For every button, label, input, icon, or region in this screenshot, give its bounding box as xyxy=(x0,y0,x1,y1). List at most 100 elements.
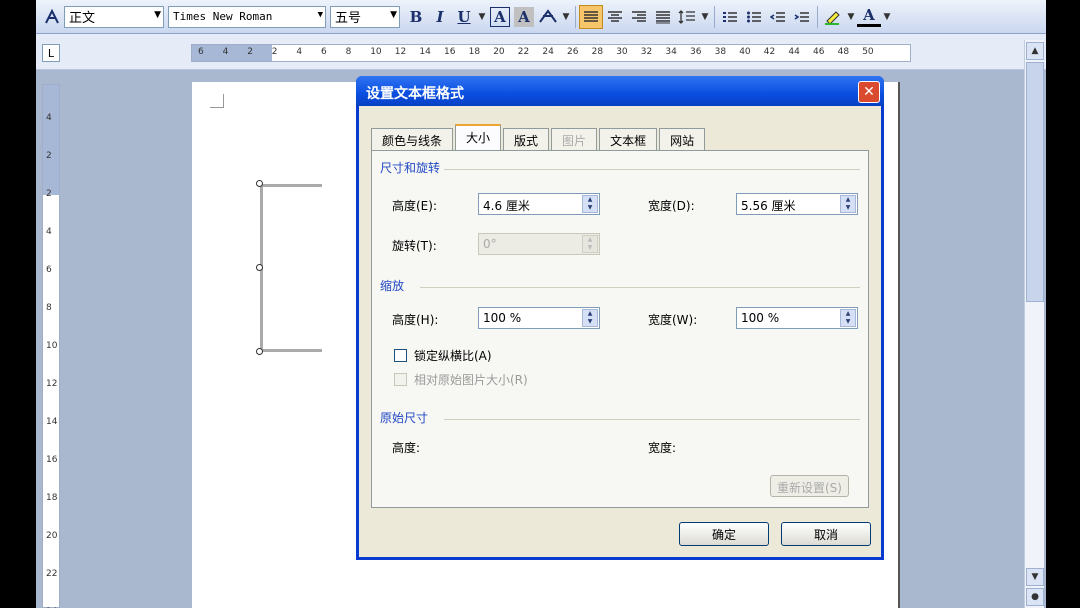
align-justify-icon[interactable] xyxy=(579,4,603,29)
height-label: 高度(E): xyxy=(392,199,437,213)
distributed-align-icon[interactable] xyxy=(651,5,675,29)
close-icon[interactable]: ✕ xyxy=(858,81,880,103)
char-shading-button[interactable]: A xyxy=(514,6,534,27)
cancel-button[interactable]: 取消 xyxy=(781,522,871,546)
ruler-tick-label: 26 xyxy=(567,47,579,57)
horizontal-ruler[interactable]: 6 4 2 2 4 6 8 10 12 14 16 18 20 22 24 26 28 30 32 34 36 38 40 4… xyxy=(191,44,911,62)
width-spinner[interactable]: 5.56 厘米 ▲ ▼ xyxy=(736,193,858,215)
tab-textbox[interactable]: 文本框 xyxy=(599,128,658,150)
tab-stop-selector[interactable]: L xyxy=(42,44,60,62)
align-center-icon[interactable] xyxy=(603,5,627,29)
relative-size-checkbox xyxy=(394,373,407,386)
vertical-scrollbar[interactable]: ▲ ▼ ● xyxy=(1024,40,1044,608)
styles-pane-icon[interactable] xyxy=(40,5,64,29)
tab-web[interactable]: 网站 xyxy=(659,128,706,150)
italic-button[interactable]: I xyxy=(428,5,452,29)
ruler-tick-label: 48 xyxy=(837,47,850,57)
lock-aspect-checkbox[interactable] xyxy=(394,349,407,362)
underline-dropdown-icon[interactable]: ▼ xyxy=(476,5,488,29)
font-size-value: 五号 xyxy=(335,11,362,26)
text-box[interactable] xyxy=(260,184,322,352)
ok-button[interactable]: 确定 xyxy=(679,522,769,546)
group-title-size-rotate: 尺寸和旋转 xyxy=(380,161,441,175)
line-spacing-dropdown-icon[interactable]: ▼ xyxy=(699,5,711,29)
lock-aspect-label[interactable]: 锁定纵横比(A) xyxy=(414,347,492,364)
height-spinner[interactable]: 4.6 厘米 ▲ ▼ xyxy=(478,193,600,215)
ruler-tick-label: 16 xyxy=(444,47,456,57)
font-color-dropdown-icon[interactable]: ▼ xyxy=(881,5,893,29)
highlight-dropdown-icon[interactable]: ▼ xyxy=(845,5,857,29)
scale-height-value: 100 % xyxy=(483,311,522,325)
ruler-tick-label: 4 xyxy=(46,227,52,237)
ruler-tick-label: 22 xyxy=(46,569,58,579)
line-spacing-icon[interactable] xyxy=(675,5,699,29)
align-right-icon[interactable] xyxy=(627,5,651,29)
scroll-up-icon[interactable]: ▲ xyxy=(1026,42,1044,60)
dialog-title: 设置文本框格式 xyxy=(366,86,464,102)
ruler-tick-label: 36 xyxy=(690,47,702,57)
spin-arrows-icon: ▲ ▼ xyxy=(582,235,598,253)
ruler-tick-label: 24 xyxy=(542,47,554,57)
style-value: 正文 xyxy=(69,11,96,26)
font-color-button[interactable]: A xyxy=(857,6,881,27)
dialog-tabs: 颜色与线条 大小 版式 图片 文本框 网站 xyxy=(371,124,707,150)
font-combo[interactable]: Times New Roman ▼ xyxy=(168,5,326,28)
scale-width-spinner[interactable]: 100 % ▲ ▼ xyxy=(736,307,858,329)
toolbar-separator xyxy=(575,5,576,28)
decrease-indent-icon[interactable] xyxy=(766,5,790,29)
spin-arrows-icon[interactable]: ▲ ▼ xyxy=(582,195,598,213)
page-corner-mark xyxy=(210,94,224,108)
width-value: 5.56 厘米 xyxy=(741,199,796,213)
ruler-tick-label: 38 xyxy=(714,47,727,57)
dialog-title-bar[interactable]: 设置文本框格式 ✕ xyxy=(356,76,884,106)
ruler-tick-label: 50 xyxy=(862,47,874,57)
ruler-tick-label: 2 xyxy=(247,47,253,57)
ruler-tick-label: 14 xyxy=(46,417,58,427)
browse-object-icon[interactable]: ● xyxy=(1026,588,1044,606)
underline-button[interactable]: U xyxy=(452,5,476,29)
ruler-tick-label: 2 xyxy=(46,151,52,161)
char-scale-dropdown-icon[interactable]: ▼ xyxy=(560,5,572,29)
chevron-down-icon: ▼ xyxy=(154,9,161,20)
group-divider xyxy=(420,287,860,288)
group-title-original: 原始尺寸 xyxy=(380,411,429,425)
resize-handle[interactable] xyxy=(256,180,263,187)
font-size-combo[interactable]: 五号 ▼ xyxy=(330,5,400,28)
rotation-spinner: 0° ▲ ▼ xyxy=(478,233,600,255)
spin-arrows-icon[interactable]: ▲ ▼ xyxy=(840,309,856,327)
ruler-tick-label: 4 xyxy=(222,47,229,57)
scale-height-spinner[interactable]: 100 % ▲ ▼ xyxy=(478,307,600,329)
scroll-thumb[interactable] xyxy=(1026,62,1044,302)
tab-size[interactable]: 大小 xyxy=(455,124,502,150)
size-tab-panel: 尺寸和旋转 高度(E): 4.6 厘米 ▲ ▼ 宽度(D): 5.56 厘米 ▲ ▼… xyxy=(371,150,869,508)
spin-arrows-icon[interactable]: ▲ ▼ xyxy=(840,195,856,213)
height-value: 4.6 厘米 xyxy=(483,199,530,213)
ruler-tick-label: 6 xyxy=(46,265,52,275)
resize-handle[interactable] xyxy=(256,348,263,355)
tab-layout[interactable]: 版式 xyxy=(503,128,550,150)
ruler-area: L 6 4 2 2 4 6 8 10 12 14 16 18 20 22 24 26 28 30 32 34 36 38 4… xyxy=(36,34,1046,70)
vertical-ruler[interactable]: 4224681012141618202224 xyxy=(42,84,60,608)
ruler-tick-label: 8 xyxy=(46,303,52,313)
scale-width-label: 宽度(W): xyxy=(648,313,698,327)
style-combo[interactable]: 正文 ▼ xyxy=(64,5,164,28)
bullets-icon[interactable] xyxy=(742,5,766,29)
font-value: Times New Roman xyxy=(173,10,273,23)
ruler-tick-label: 44 xyxy=(788,47,800,57)
ruler-tick-label: 18 xyxy=(46,493,58,503)
ruler-tick-label: 2 xyxy=(46,189,52,199)
resize-handle[interactable] xyxy=(256,264,263,271)
char-border-button[interactable]: A xyxy=(490,6,510,27)
highlight-icon[interactable] xyxy=(821,5,845,29)
spin-arrows-icon[interactable]: ▲ ▼ xyxy=(582,309,598,327)
original-height-label: 高度: xyxy=(392,441,421,455)
increase-indent-icon[interactable] xyxy=(790,5,814,29)
ruler-tick-label: 20 xyxy=(493,47,505,57)
char-scale-icon[interactable] xyxy=(536,5,560,29)
chevron-down-icon: ▼ xyxy=(390,9,397,20)
ruler-tick-label: 8 xyxy=(345,47,352,57)
scroll-down-icon[interactable]: ▼ xyxy=(1026,568,1044,586)
bold-button[interactable]: B xyxy=(404,5,428,29)
numbering-icon[interactable] xyxy=(718,5,742,29)
tab-colors-lines[interactable]: 颜色与线条 xyxy=(371,128,454,150)
